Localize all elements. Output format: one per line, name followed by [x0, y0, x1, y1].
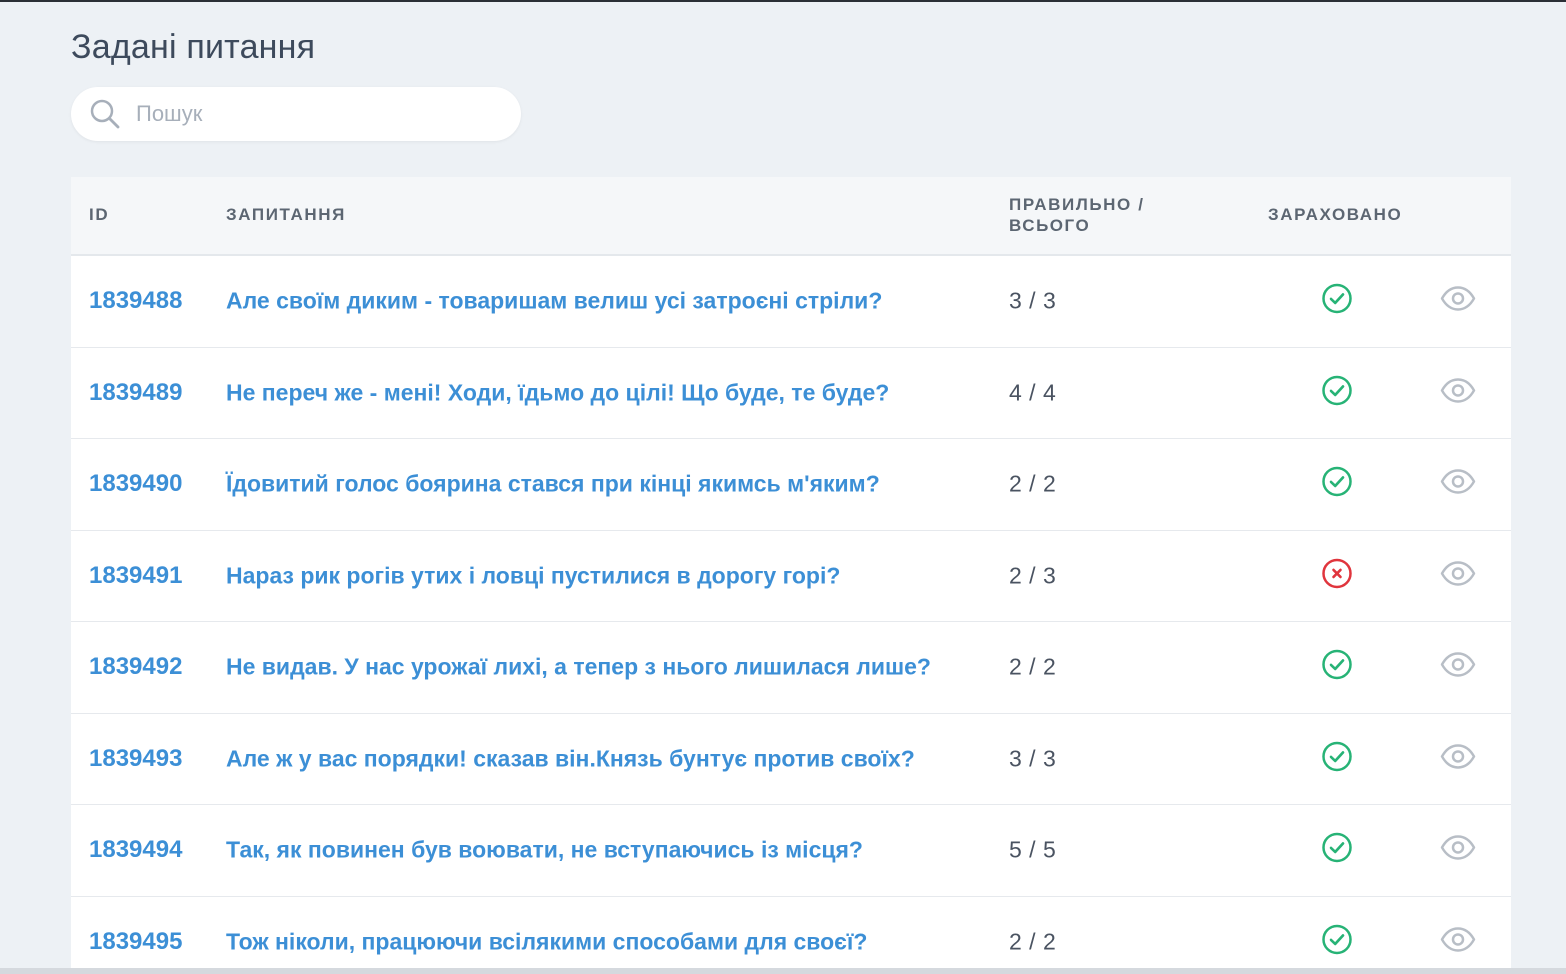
- score-value: 5 / 5: [1009, 836, 1057, 863]
- eye-icon[interactable]: [1439, 649, 1477, 681]
- score-value: 2 / 2: [1009, 928, 1057, 955]
- table-body: 1839488 Але своїм диким - товаришам велиш…: [71, 256, 1511, 974]
- eye-icon[interactable]: [1439, 374, 1477, 406]
- question-text-link[interactable]: Не переч же - мені! Ходи, їдьмо до цілі!…: [226, 379, 889, 406]
- question-id-link[interactable]: 1839490: [89, 470, 182, 498]
- search-input[interactable]: [136, 94, 496, 134]
- eye-icon[interactable]: [1439, 283, 1477, 315]
- cross-circle-icon: [1321, 557, 1353, 589]
- check-circle-icon: [1321, 466, 1353, 498]
- table-row: 1839491 Нараз рик рогів утих і ловці пуст…: [71, 531, 1511, 622]
- table-header: ID ЗАПИТАННЯ ПРАВИЛЬНО / ВСЬОГО ЗАРАХОВА…: [71, 177, 1511, 256]
- check-circle-icon: [1321, 283, 1353, 315]
- question-text-link[interactable]: Не видав. У нас урожаї лихі, а тепер з н…: [226, 654, 931, 681]
- column-header-score-line1: ПРАВИЛЬНО /: [1009, 195, 1145, 214]
- search-bar[interactable]: [71, 87, 521, 141]
- page-title: Задані питання: [71, 28, 316, 66]
- table-row: 1839490 Їдовитий голос боярина стався при…: [71, 439, 1511, 531]
- eye-icon[interactable]: [1439, 740, 1477, 772]
- table-row: 1839488 Але своїм диким - товаришам велиш…: [71, 256, 1511, 348]
- table-row: 1839494 Так, як повинен був воювати, не в…: [71, 805, 1511, 897]
- question-id-link[interactable]: 1839495: [89, 928, 182, 956]
- question-text-link[interactable]: Нараз рик рогів утих і ловці пустилися в…: [226, 562, 840, 589]
- column-header-score-line2: ВСЬОГО: [1009, 216, 1091, 235]
- table-row: 1839489 Не переч же - мені! Ходи, їдьмо д…: [71, 348, 1511, 439]
- question-text-link[interactable]: Так, як повинен був воювати, не вступаюч…: [226, 837, 863, 864]
- column-header-question: ЗАПИТАННЯ: [226, 205, 346, 224]
- column-header-score: ПРАВИЛЬНО / ВСЬОГО: [1009, 194, 1209, 236]
- table-row: 1839493 Але ж у вас порядки! сказав він.К…: [71, 714, 1511, 805]
- search-icon: [88, 97, 122, 131]
- questions-table: ID ЗАПИТАННЯ ПРАВИЛЬНО / ВСЬОГО ЗАРАХОВА…: [71, 177, 1511, 974]
- question-id-link[interactable]: 1839488: [89, 287, 182, 315]
- score-value: 3 / 3: [1009, 745, 1057, 772]
- question-text-link[interactable]: Їдовитий голос боярина стався при кінці …: [226, 471, 880, 498]
- check-circle-icon: [1321, 923, 1353, 955]
- check-circle-icon: [1321, 374, 1353, 406]
- question-id-link[interactable]: 1839494: [89, 836, 182, 864]
- page: Задані питання ID ЗАПИТАННЯ ПРАВИЛЬНО / …: [0, 0, 1566, 974]
- score-value: 2 / 3: [1009, 562, 1057, 589]
- score-value: 3 / 3: [1009, 287, 1057, 314]
- score-value: 2 / 2: [1009, 470, 1057, 497]
- question-text-link[interactable]: Тож ніколи, працюючи всілякими способами…: [226, 928, 867, 955]
- eye-icon[interactable]: [1439, 923, 1477, 955]
- table-row: 1839495 Тож ніколи, працюючи всілякими сп…: [71, 897, 1511, 974]
- eye-icon[interactable]: [1439, 832, 1477, 864]
- score-value: 4 / 4: [1009, 379, 1057, 406]
- score-value: 2 / 2: [1009, 653, 1057, 680]
- check-circle-icon: [1321, 649, 1353, 681]
- question-id-link[interactable]: 1839489: [89, 379, 182, 407]
- question-id-link[interactable]: 1839493: [89, 745, 182, 773]
- question-id-link[interactable]: 1839491: [89, 562, 182, 590]
- question-text-link[interactable]: Але своїм диким - товаришам велиш усі за…: [226, 288, 882, 315]
- column-header-id: ID: [89, 205, 110, 224]
- table-row: 1839492 Не видав. У нас урожаї лихі, а те…: [71, 622, 1511, 714]
- bottom-scroll-edge: [0, 968, 1566, 974]
- eye-icon[interactable]: [1439, 557, 1477, 589]
- check-circle-icon: [1321, 832, 1353, 864]
- question-id-link[interactable]: 1839492: [89, 653, 182, 681]
- question-text-link[interactable]: Але ж у вас порядки! сказав він.Князь бу…: [226, 745, 915, 772]
- eye-icon[interactable]: [1439, 466, 1477, 498]
- column-header-counted: ЗАРАХОВАНО: [1268, 205, 1403, 224]
- check-circle-icon: [1321, 740, 1353, 772]
